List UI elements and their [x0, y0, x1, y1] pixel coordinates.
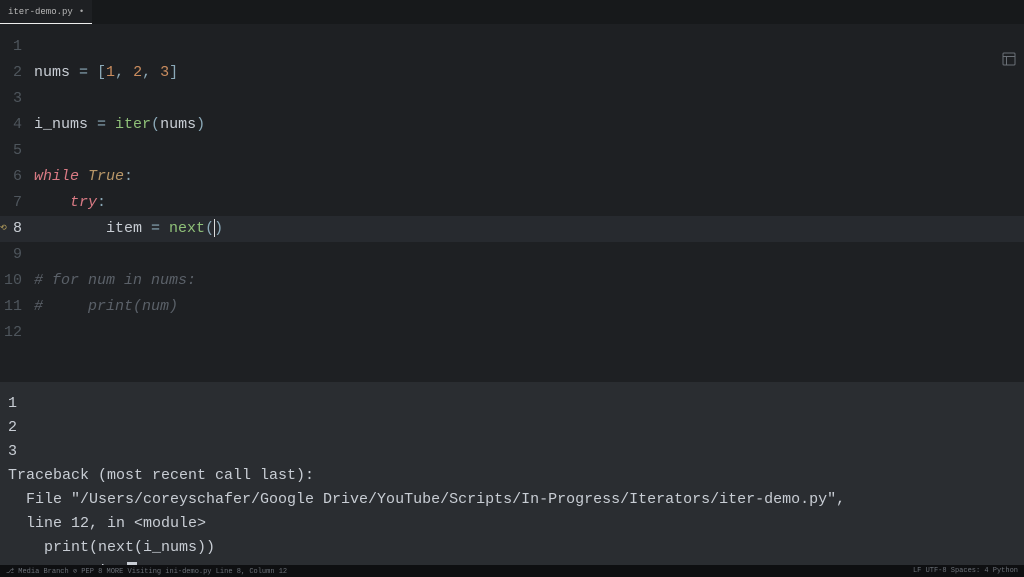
terminal-line: 2 — [8, 416, 1016, 440]
terminal-cursor — [127, 562, 137, 565]
line-number: 9 — [0, 242, 34, 268]
line-number: 1 — [0, 34, 34, 60]
code-line[interactable]: 1 — [0, 34, 1024, 60]
tab-iter-demo[interactable]: iter-demo.py • — [0, 0, 92, 24]
code-line[interactable]: 6while True: — [0, 164, 1024, 190]
code-src: item = next() — [34, 216, 1024, 242]
status-bar: ⎇ Media Branch ⊘ PEP 8 MORE Visiting ini… — [0, 565, 1024, 577]
code-line[interactable]: 8 item = next() — [0, 216, 1024, 242]
status-left: ⎇ Media Branch ⊘ PEP 8 MORE Visiting ini… — [6, 567, 287, 576]
code-src — [34, 34, 1024, 60]
code-src — [34, 86, 1024, 112]
tab-spacer — [92, 0, 1024, 24]
code-line[interactable]: 5 — [0, 138, 1024, 164]
tab-bar: iter-demo.py • — [0, 0, 1024, 24]
line-number: 6 — [0, 164, 34, 190]
terminal-line: StopIteration — [8, 560, 1016, 565]
tab-filename: iter-demo.py — [8, 7, 73, 17]
terminal-line: print(next(i_nums)) — [8, 536, 1016, 560]
code-src: nums = [1, 2, 3] — [34, 60, 1024, 86]
code-src: # print(num) — [34, 294, 1024, 320]
code-line[interactable]: 10# for num in nums: — [0, 268, 1024, 294]
line-number: 5 — [0, 138, 34, 164]
terminal-panel[interactable]: 123Traceback (most recent call last): Fi… — [0, 382, 1024, 565]
code-line[interactable]: 7 try: — [0, 190, 1024, 216]
terminal-line: line 12, in <module> — [8, 512, 1016, 536]
code-line[interactable]: 4i_nums = iter(nums) — [0, 112, 1024, 138]
gutter-marker-icon: ⟲ — [0, 223, 7, 233]
code-line[interactable]: 2nums = [1, 2, 3] — [0, 60, 1024, 86]
terminal-line: File "/Users/coreyschafer/Google Drive/Y… — [8, 488, 1016, 512]
line-number: 2 — [0, 60, 34, 86]
terminal-line: 3 — [8, 440, 1016, 464]
code-line[interactable]: 3 — [0, 86, 1024, 112]
code-src — [34, 242, 1024, 268]
terminal-line: 1 — [8, 392, 1016, 416]
code-line[interactable]: 11# print(num) — [0, 294, 1024, 320]
code-src: # for num in nums: — [34, 268, 1024, 294]
code-line[interactable]: 12 — [0, 320, 1024, 346]
editor-panel[interactable]: ⟲ 12nums = [1, 2, 3]34i_nums = iter(nums… — [0, 24, 1024, 382]
line-number: 7 — [0, 190, 34, 216]
code-src: try: — [34, 190, 1024, 216]
line-number: 3 — [0, 86, 34, 112]
code-line[interactable]: 9 — [0, 242, 1024, 268]
line-number: 10 — [0, 268, 34, 294]
line-number: 4 — [0, 112, 34, 138]
outline-icon[interactable] — [1002, 52, 1016, 71]
code-src: while True: — [34, 164, 1024, 190]
code-src — [34, 320, 1024, 346]
status-right: LF UTF-8 Spaces: 4 Python — [913, 567, 1018, 575]
code-src: i_nums = iter(nums) — [34, 112, 1024, 138]
code-src — [34, 138, 1024, 164]
line-number: 11 — [0, 294, 34, 320]
terminal-line: Traceback (most recent call last): — [8, 464, 1016, 488]
tab-modified-dot: • — [79, 7, 84, 17]
code-area[interactable]: 12nums = [1, 2, 3]34i_nums = iter(nums)5… — [0, 24, 1024, 346]
line-number: 12 — [0, 320, 34, 346]
